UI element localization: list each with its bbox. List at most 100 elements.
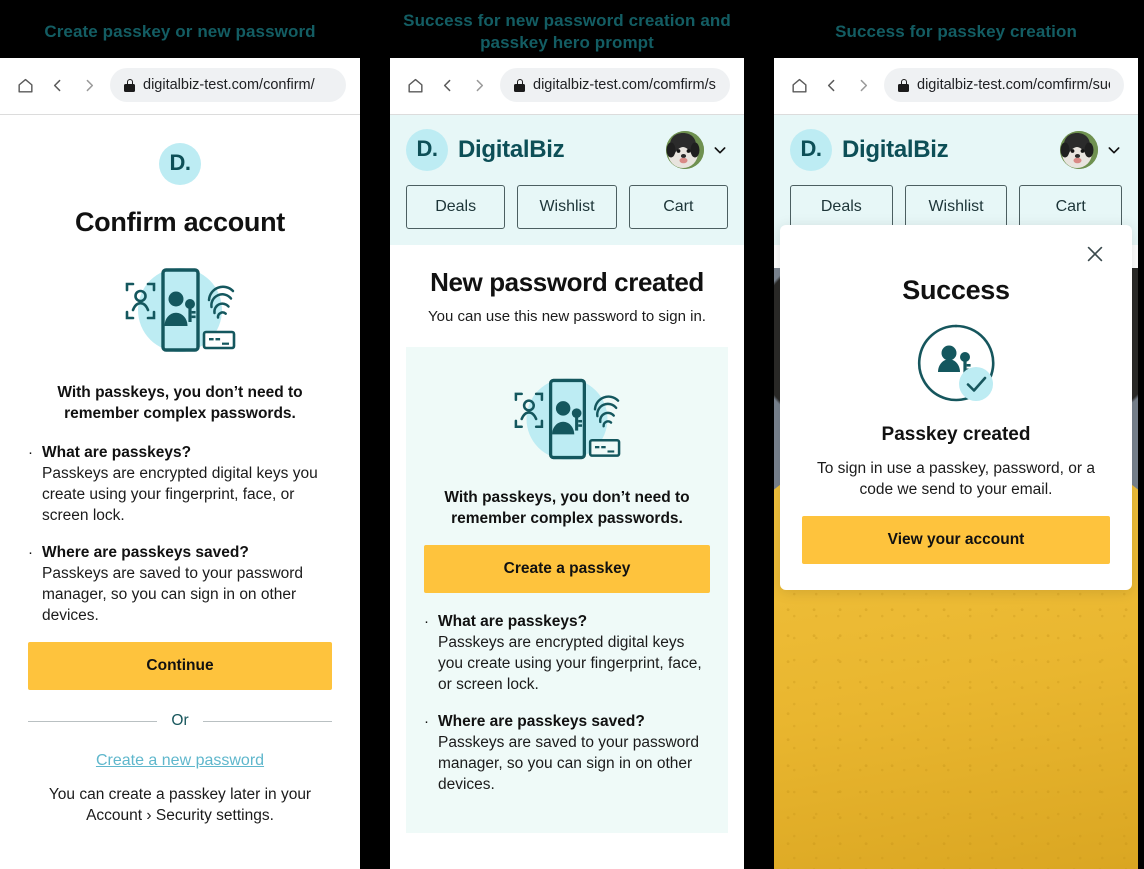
address-bar-3[interactable]: digitalbiz-test.com/comfirm/suc xyxy=(884,68,1124,102)
passkey-devices-illustration xyxy=(28,254,332,366)
browser-bar-3: digitalbiz-test.com/comfirm/suc xyxy=(774,58,1138,115)
chevron-down-icon[interactable] xyxy=(1106,142,1122,158)
home-icon[interactable] xyxy=(14,74,36,96)
nav-button-deals[interactable]: Deals xyxy=(406,185,506,229)
lock-icon xyxy=(124,78,135,92)
faq-answer: Passkeys are encrypted digital keys you … xyxy=(438,634,702,693)
bullet-glyph: · xyxy=(424,713,429,730)
chevron-left-icon[interactable] xyxy=(820,74,842,96)
create-passkey-button-wrap: Create a passkey xyxy=(424,545,710,593)
account-menu-2[interactable] xyxy=(666,131,728,169)
panel2-caption-band: Success for new password creation and pa… xyxy=(382,0,752,58)
faq-item: · What are passkeys? Passkeys are encryp… xyxy=(424,611,710,695)
brand-logo-2[interactable]: D. DigitalBiz xyxy=(406,129,565,171)
url-text-2: digitalbiz-test.com/comfirm/suc xyxy=(533,77,716,93)
home-icon[interactable] xyxy=(404,74,426,96)
panel1-screen: D. Confirm account With passkeys, you do… xyxy=(0,115,360,869)
close-icon[interactable] xyxy=(1080,239,1110,269)
bullet-glyph: · xyxy=(28,444,33,461)
chevron-right-icon[interactable] xyxy=(852,74,874,96)
chevron-left-icon[interactable] xyxy=(46,74,68,96)
nav-button-deals[interactable]: Deals xyxy=(790,185,893,229)
panel-gap xyxy=(752,0,774,869)
address-bar-2[interactable]: digitalbiz-test.com/comfirm/suc xyxy=(500,68,730,102)
nav-button-wishlist[interactable]: Wishlist xyxy=(517,185,617,229)
faq-answer: Passkeys are saved to your password mana… xyxy=(438,734,700,793)
chevron-right-icon[interactable] xyxy=(468,74,490,96)
faq-item: · Where are passkeys saved? Passkeys are… xyxy=(28,542,332,626)
nav-button-wishlist[interactable]: Wishlist xyxy=(904,185,1008,229)
account-menu-3[interactable] xyxy=(1060,131,1122,169)
passkey-faq-list: · What are passkeys? Passkeys are encryp… xyxy=(28,442,332,626)
passkey-hero-card: With passkeys, you don’t need to remembe… xyxy=(406,347,728,833)
view-account-button[interactable]: View your account xyxy=(802,516,1110,564)
panel1-caption: Create passkey or new password xyxy=(44,22,316,41)
panel-new-password-success: Success for new password creation and pa… xyxy=(382,0,752,869)
brand-mark-text: D. xyxy=(800,136,823,161)
passkey-later-note: You can create a passkey later in your A… xyxy=(48,786,312,824)
faq-answer: Passkeys are encrypted digital keys you … xyxy=(42,465,318,524)
panel3-caption-band: Success for passkey creation xyxy=(774,0,1138,58)
brand-name: DigitalBiz xyxy=(842,136,949,163)
passkey-faq-list: · What are passkeys? Passkeys are encryp… xyxy=(424,611,710,795)
faq-question: What are passkeys? xyxy=(42,444,192,461)
faq-item: · What are passkeys? Passkeys are encryp… xyxy=(28,442,332,526)
continue-button[interactable]: Continue xyxy=(28,642,332,690)
panel3-screen: D. DigitalBiz Deals Wishlist Cart Succes… xyxy=(774,115,1138,869)
lock-icon xyxy=(514,78,525,92)
passkey-lede: With passkeys, you don’t need to remembe… xyxy=(444,489,690,527)
faq-item: · Where are passkeys saved? Passkeys are… xyxy=(424,711,710,795)
panel2-viewport: digitalbiz-test.com/comfirm/suc D. Digit… xyxy=(390,58,744,869)
brand-logo-3[interactable]: D. DigitalBiz xyxy=(790,129,949,171)
brand-mark-icon: D. xyxy=(790,129,832,171)
brand-mark-icon: D. xyxy=(159,143,201,185)
or-label: Or xyxy=(171,712,189,729)
modal-body-text: To sign in use a passkey, password, or a… xyxy=(817,460,1095,498)
brand-mark-text: D. xyxy=(169,150,192,175)
panel-gap xyxy=(360,0,382,869)
avatar[interactable] xyxy=(666,131,704,169)
faq-answer: Passkeys are saved to your password mana… xyxy=(42,565,304,624)
faq-question: Where are passkeys saved? xyxy=(42,544,249,561)
chevron-down-icon[interactable] xyxy=(712,142,728,158)
address-bar-1[interactable]: digitalbiz-test.com/confirm/ xyxy=(110,68,346,102)
create-new-password-link[interactable]: Create a new password xyxy=(96,752,264,770)
chevron-left-icon[interactable] xyxy=(436,74,458,96)
screenshot-stage: Create passkey or new password digitalbi… xyxy=(0,0,1144,869)
avatar[interactable] xyxy=(1060,131,1098,169)
divider-line-right xyxy=(202,720,332,722)
passkey-success-modal: Success Passkey created To sign in use a… xyxy=(780,225,1132,590)
or-divider: Or xyxy=(28,712,332,730)
site-header-top-row: D. DigitalBiz xyxy=(406,129,728,171)
brand-mark-text: D. xyxy=(416,136,439,161)
nav-button-cart[interactable]: Cart xyxy=(628,185,728,229)
new-password-success-page: New password created You can use this ne… xyxy=(390,245,744,833)
url-text-3: digitalbiz-test.com/comfirm/suc xyxy=(917,77,1110,93)
lock-icon xyxy=(898,78,909,92)
site-header-top-row: D. DigitalBiz xyxy=(790,129,1122,171)
url-text-1: digitalbiz-test.com/confirm/ xyxy=(143,77,315,93)
page-title: Confirm account xyxy=(74,207,285,237)
site-nav-2: Deals Wishlist Cart xyxy=(406,185,728,229)
passkey-lede: With passkeys, you don’t need to remembe… xyxy=(57,384,303,422)
panel3-caption: Success for passkey creation xyxy=(835,22,1077,41)
passkey-devices-illustration xyxy=(424,365,710,473)
panel1-caption-band: Create passkey or new password xyxy=(0,0,360,58)
modal-subtitle: Passkey created xyxy=(881,424,1031,445)
browser-bar-1: digitalbiz-test.com/confirm/ xyxy=(0,58,360,115)
create-passkey-button[interactable]: Create a passkey xyxy=(424,545,710,593)
confirm-account-page: D. Confirm account With passkeys, you do… xyxy=(0,115,360,836)
panel3-viewport: digitalbiz-test.com/comfirm/suc D. Digit… xyxy=(774,58,1138,869)
brand-logo-1: D. xyxy=(28,143,332,185)
site-nav-3: Deals Wishlist Cart xyxy=(790,185,1123,229)
nav-button-cart[interactable]: Cart xyxy=(1019,185,1123,229)
faq-question: Where are passkeys saved? xyxy=(438,713,645,730)
modal-header xyxy=(802,239,1110,269)
panel1-viewport: digitalbiz-test.com/confirm/ D. Confirm … xyxy=(0,58,360,869)
divider-line-left xyxy=(28,720,158,722)
bullet-glyph: · xyxy=(28,544,33,561)
browser-bar-2: digitalbiz-test.com/comfirm/suc xyxy=(390,58,744,115)
home-icon[interactable] xyxy=(788,74,810,96)
panel2-caption: Success for new password creation and pa… xyxy=(403,11,731,52)
chevron-right-icon[interactable] xyxy=(78,74,100,96)
